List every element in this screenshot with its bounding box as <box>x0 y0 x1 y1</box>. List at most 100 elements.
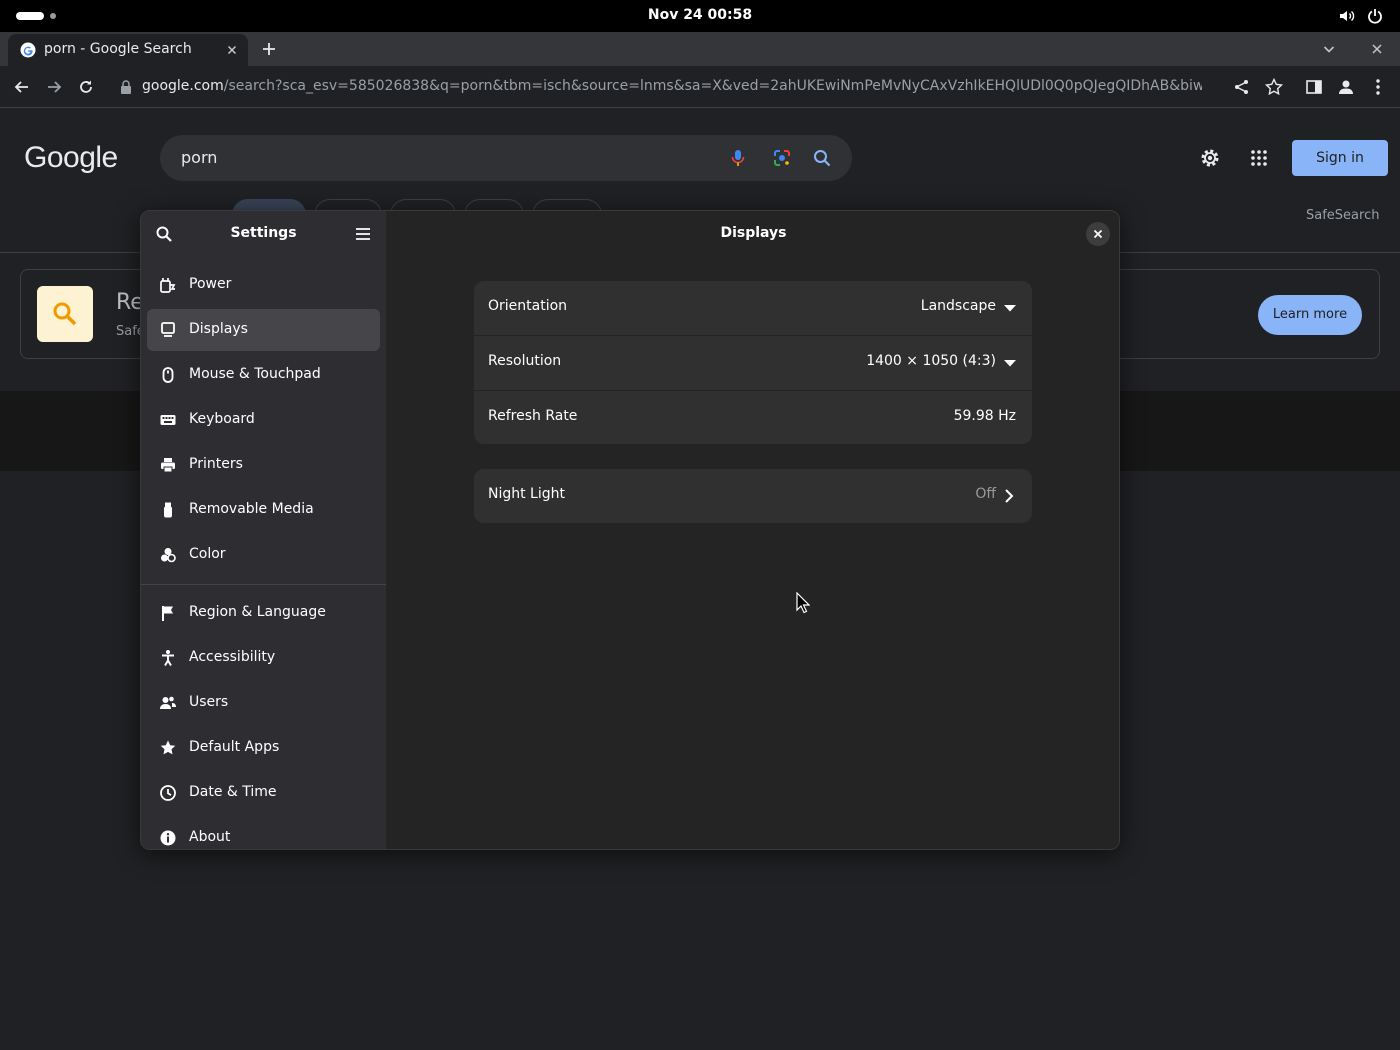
mouse-pointer-icon <box>796 592 810 614</box>
sidebar-title: Settings <box>230 225 297 241</box>
share-icon[interactable] <box>1232 77 1252 97</box>
url-text[interactable]: google.com/search?sca_esv=585026838&q=po… <box>142 78 1202 94</box>
clock[interactable]: Nov 24 00:58 <box>0 7 1400 23</box>
night-light-status: Off <box>975 486 996 502</box>
kebab-menu-icon[interactable] <box>1368 77 1388 97</box>
sidebar-item-label: Printers <box>189 456 243 472</box>
sidebar-item-label: About <box>189 829 231 845</box>
color-icon <box>161 548 176 563</box>
sidebar-item-label: Region & Language <box>189 604 326 620</box>
dropdown-arrow-icon[interactable] <box>1004 304 1016 312</box>
sidebar-item-label: Removable Media <box>189 501 314 517</box>
accessibility-icon <box>162 650 174 666</box>
sidebar-item-users[interactable]: Users <box>147 682 380 724</box>
night-light-row[interactable]: Night Light Off <box>474 469 1032 523</box>
settings-window: Settings Power Displays Mouse & Touchpad… <box>140 210 1120 850</box>
orientation-label: Orientation <box>488 298 568 314</box>
google-search-box[interactable]: porn <box>160 135 852 181</box>
search-icon[interactable] <box>812 148 832 168</box>
mouse-icon <box>162 367 174 383</box>
sidebar-item-label: Color <box>189 546 226 562</box>
dropdown-arrow-icon[interactable] <box>1004 359 1016 367</box>
chevron-right-icon <box>1005 489 1014 503</box>
refresh-rate-row: Refresh Rate 59.98 Hz <box>474 390 1032 444</box>
forward-icon[interactable] <box>44 77 64 97</box>
safesearch-link[interactable]: SafeSearch <box>1306 208 1379 223</box>
sidebar-item-label: Default Apps <box>189 739 280 755</box>
sidebar-item-keyboard[interactable]: Keyboard <box>147 399 380 441</box>
sidebar-separator <box>141 584 386 585</box>
resolution-row[interactable]: Resolution 1400 × 1050 (4:3) <box>474 335 1032 389</box>
learn-more-button[interactable]: Learn more <box>1258 295 1362 335</box>
sidebar-item-label: Accessibility <box>189 649 276 665</box>
keyboard-icon <box>160 415 176 425</box>
new-tab-icon[interactable] <box>260 40 278 58</box>
reload-icon[interactable] <box>76 77 96 97</box>
lock-icon[interactable] <box>120 80 132 94</box>
sidebar-item-accessibility[interactable]: Accessibility <box>147 637 380 679</box>
sidebar-header: Settings <box>141 211 386 257</box>
displays-panel: Displays Orientation Landscape Resolutio… <box>386 211 1119 849</box>
star-icon <box>160 740 176 755</box>
card-thumbnail <box>37 286 93 342</box>
resolution-value[interactable]: 1400 × 1050 (4:3) <box>866 353 996 369</box>
google-logo[interactable]: Google <box>24 141 118 175</box>
close-icon <box>1093 229 1103 239</box>
orientation-value[interactable]: Landscape <box>921 298 996 314</box>
profile-icon[interactable] <box>1336 77 1356 97</box>
refresh-rate-label: Refresh Rate <box>488 408 578 424</box>
close-tab-icon[interactable] <box>224 42 240 58</box>
volume-icon[interactable] <box>1339 8 1355 24</box>
sidebar-item-mouse-touchpad[interactable]: Mouse & Touchpad <box>147 354 380 396</box>
sidebar-item-color[interactable]: Color <box>147 534 380 576</box>
sidebar-item-power[interactable]: Power <box>147 264 380 306</box>
usb-icon <box>164 502 172 518</box>
display-icon <box>161 322 175 337</box>
sidebar-item-region-language[interactable]: Region & Language <box>147 592 380 634</box>
resolution-label: Resolution <box>488 353 562 369</box>
search-query[interactable]: porn <box>181 148 217 167</box>
magnifier-icon <box>53 302 77 326</box>
chevron-down-icon[interactable] <box>1321 41 1337 57</box>
sidebar-item-default-apps[interactable]: Default Apps <box>147 727 380 769</box>
google-g-icon <box>20 42 36 58</box>
top-bar: Nov 24 00:58 <box>0 0 1400 32</box>
browser-tab[interactable]: porn - Google Search <box>8 34 248 66</box>
printer-icon <box>161 458 175 473</box>
sign-in-button[interactable]: Sign in <box>1292 140 1388 176</box>
hamburger-menu-icon[interactable] <box>354 225 372 243</box>
window-close-icon[interactable] <box>1369 41 1385 57</box>
sidebar-item-label: Power <box>189 276 232 292</box>
sidebar-item-label: Mouse & Touchpad <box>189 366 321 382</box>
lens-icon[interactable] <box>772 148 792 168</box>
power-icon[interactable] <box>1367 8 1383 24</box>
close-window-button[interactable] <box>1086 222 1110 246</box>
side-panel-icon[interactable] <box>1304 77 1324 97</box>
sidebar-item-printers[interactable]: Printers <box>147 444 380 486</box>
address-bar[interactable]: google.com/search?sca_esv=585026838&q=po… <box>110 71 1292 103</box>
flag-icon <box>162 606 173 621</box>
orientation-row[interactable]: Orientation Landscape <box>474 281 1032 335</box>
users-icon <box>160 696 176 709</box>
sidebar-item-label: Displays <box>189 321 248 337</box>
refresh-rate-value: 59.98 Hz <box>953 408 1016 424</box>
bookmark-star-icon[interactable] <box>1264 77 1284 97</box>
info-icon <box>160 830 176 846</box>
sidebar-item-date-time[interactable]: Date & Time <box>147 772 380 814</box>
display-settings-group: Orientation Landscape Resolution 1400 × … <box>474 281 1032 444</box>
back-icon[interactable] <box>12 77 32 97</box>
sidebar-item-label: Date & Time <box>189 784 277 800</box>
microphone-icon[interactable] <box>728 148 748 168</box>
sidebar-item-removable-media[interactable]: Removable Media <box>147 489 380 531</box>
navigation-bar: google.com/search?sca_esv=585026838&q=po… <box>0 66 1400 108</box>
apps-grid-icon[interactable] <box>1250 149 1268 167</box>
gear-icon[interactable] <box>1199 147 1221 169</box>
night-light-label: Night Light <box>488 486 565 502</box>
tab-strip: porn - Google Search <box>0 32 1400 66</box>
sidebar-item-label: Users <box>189 694 229 710</box>
sidebar-item-displays[interactable]: Displays <box>147 309 380 351</box>
clock-icon <box>160 785 176 801</box>
settings-sidebar: Settings Power Displays Mouse & Touchpad… <box>141 211 386 849</box>
sidebar-item-about[interactable]: About <box>147 817 380 849</box>
panel-title: Displays <box>720 225 787 241</box>
